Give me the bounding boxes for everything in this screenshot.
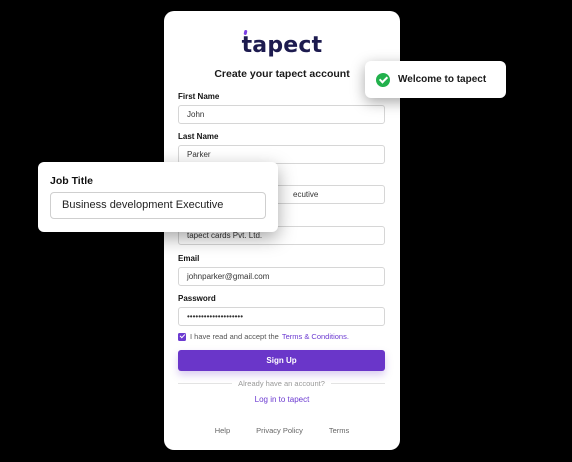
terms-checkbox[interactable]: [178, 332, 186, 341]
footer-links: Help Privacy Policy Terms: [164, 426, 400, 435]
toast-message: Welcome to tapect: [398, 74, 487, 85]
job-title-label: Job Title: [50, 175, 93, 187]
job-title-card: Job Title Business development Executive: [38, 162, 278, 232]
logo-accent-mark: [243, 29, 248, 36]
password-label: Password: [178, 294, 216, 303]
first-name-label: First Name: [178, 92, 220, 101]
terms-row: I have read and accept the Terms & Condi…: [178, 332, 349, 341]
last-name-label: Last Name: [178, 132, 219, 141]
email-input[interactable]: johnparker@gmail.com: [178, 267, 385, 286]
footer-terms-link[interactable]: Terms: [329, 426, 349, 435]
email-label: Email: [178, 254, 200, 263]
footer-privacy-link[interactable]: Privacy Policy: [256, 426, 303, 435]
first-name-input[interactable]: John: [178, 105, 385, 124]
job-title-field[interactable]: Business development Executive: [50, 192, 266, 219]
divider-line-right: [330, 383, 386, 384]
divider-line-left: [178, 383, 233, 384]
password-input[interactable]: ••••••••••••••••••••: [178, 307, 385, 326]
tapect-logo: tapect: [164, 29, 400, 58]
divider: Already have an account?: [178, 379, 386, 388]
already-account-text: Already have an account?: [238, 379, 325, 388]
logo-wordmark: tapect: [242, 29, 323, 58]
check-circle-icon: [376, 72, 390, 87]
job-title-partial-text: ecutive: [293, 190, 319, 199]
signup-button[interactable]: Sign Up: [178, 350, 385, 371]
terms-link[interactable]: Terms & Conditions.: [282, 332, 349, 341]
welcome-toast: Welcome to tapect: [365, 61, 506, 98]
terms-text: I have read and accept the: [190, 332, 279, 341]
footer-help-link[interactable]: Help: [215, 426, 230, 435]
login-link[interactable]: Log in to tapect: [164, 395, 400, 404]
